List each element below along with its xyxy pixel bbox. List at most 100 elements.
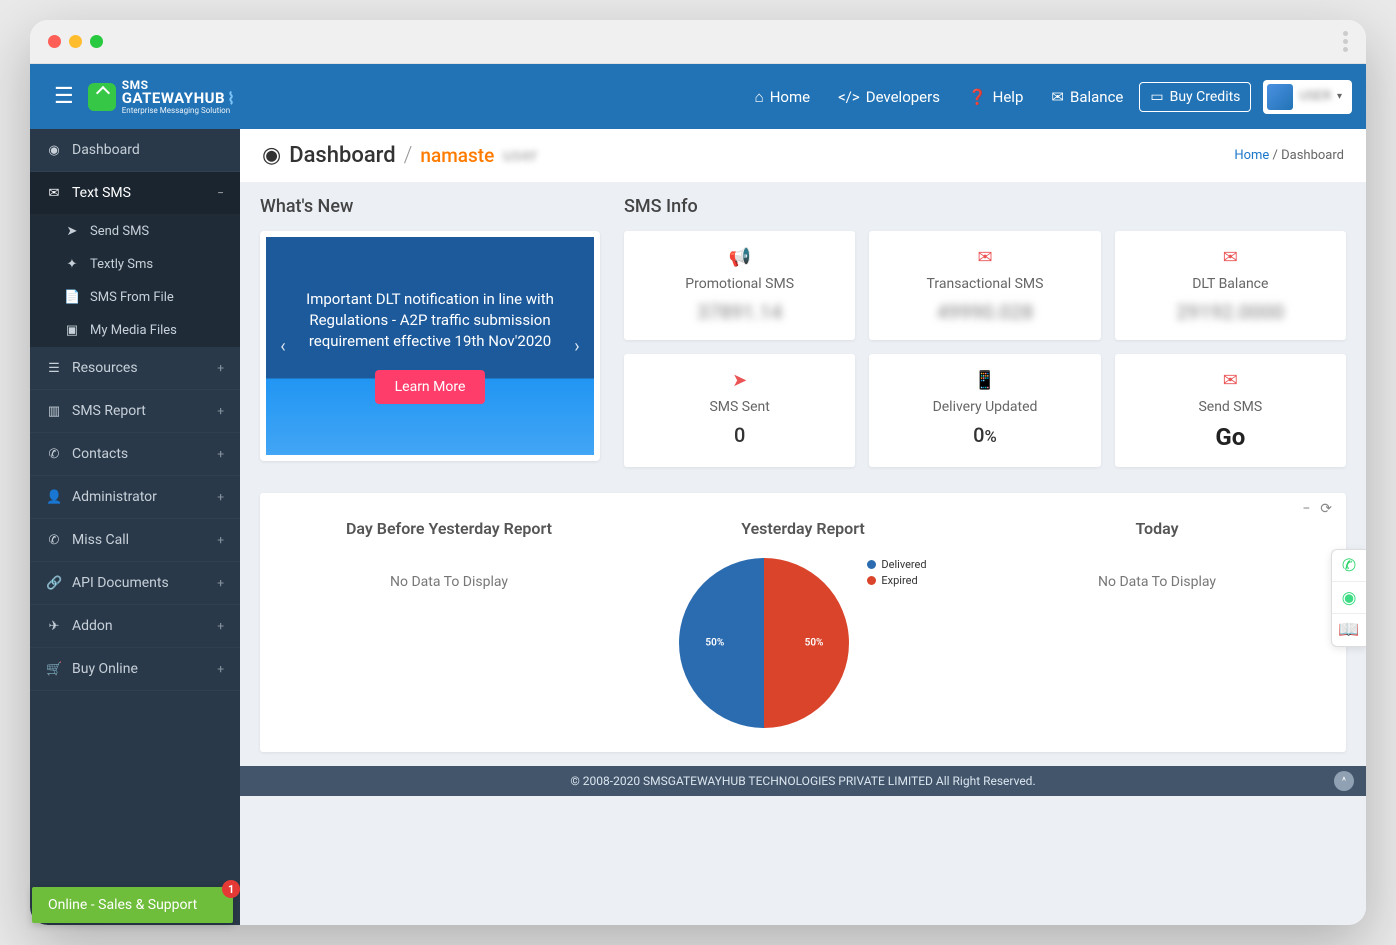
content: What's New ‹ › Important DLT notificatio… bbox=[240, 182, 1366, 766]
pie-label-expired: 50% bbox=[705, 638, 724, 649]
list-icon: ☰ bbox=[46, 361, 62, 376]
card-dlt-balance[interactable]: ✉DLT Balance29192.0000 bbox=[1115, 231, 1346, 340]
card-delivery-updated[interactable]: 📱Delivery Updated0% bbox=[869, 354, 1100, 467]
scroll-top-button[interactable]: ^ bbox=[1334, 771, 1354, 791]
sidebar-item-dashboard[interactable]: ◉Dashboard bbox=[30, 129, 240, 172]
android-icon[interactable]: ◉ bbox=[1332, 582, 1366, 614]
sidebar-item-miss-call[interactable]: ✆Miss Call+ bbox=[30, 519, 240, 562]
nav-developers[interactable]: </>Developers bbox=[826, 80, 952, 114]
chevron-down-icon: ▾ bbox=[1337, 91, 1342, 102]
envelope-icon: ✉ bbox=[1223, 370, 1238, 391]
whats-new-heading: What's New bbox=[260, 196, 600, 217]
footer: © 2008-2020 SMSGATEWAYHUB TECHNOLOGIES P… bbox=[240, 766, 1366, 796]
file-icon: 📄 bbox=[64, 290, 80, 305]
send-icon: ➤ bbox=[64, 224, 80, 239]
sidebar-item-text-sms[interactable]: ✉Text SMS− bbox=[30, 172, 240, 215]
refresh-icon[interactable]: ⟳ bbox=[1320, 501, 1332, 517]
legend-swatch-expired bbox=[867, 576, 876, 585]
whatsapp-icon[interactable]: ✆ bbox=[1332, 550, 1366, 582]
sidebar: ◉Dashboard ✉Text SMS− ➤Send SMS ✦Textly … bbox=[30, 129, 240, 925]
sidebar-item-administrator[interactable]: 👤Administrator+ bbox=[30, 476, 240, 519]
greeting-user: user bbox=[502, 145, 537, 166]
sidebar-item-contacts[interactable]: ✆Contacts+ bbox=[30, 433, 240, 476]
sidebar-item-sms-report[interactable]: ▥SMS Report+ bbox=[30, 390, 240, 433]
expand-icon: + bbox=[217, 447, 224, 461]
card-transactional-sms[interactable]: ✉Transactional SMS49990.028 bbox=[869, 231, 1100, 340]
sidebar-item-resources[interactable]: ☰Resources+ bbox=[30, 347, 240, 390]
menu-toggle-icon[interactable]: ☰ bbox=[44, 78, 84, 115]
maximize-window-icon[interactable] bbox=[90, 35, 103, 48]
pie-label-delivered: 50% bbox=[805, 638, 824, 649]
expand-icon: + bbox=[217, 619, 224, 633]
sidebar-sub-media[interactable]: ▣My Media Files bbox=[30, 314, 240, 347]
main-body: ◉Dashboard ✉Text SMS− ➤Send SMS ✦Textly … bbox=[30, 129, 1366, 925]
nav-help[interactable]: ❓Help bbox=[956, 80, 1035, 114]
minimize-icon[interactable]: − bbox=[1302, 501, 1310, 517]
greeting: namaste bbox=[420, 144, 494, 167]
envelope-icon: ✉ bbox=[1223, 247, 1238, 268]
dashboard-icon: ◉ bbox=[262, 143, 281, 168]
close-window-icon[interactable] bbox=[48, 35, 61, 48]
card-icon: ▭ bbox=[1150, 89, 1163, 105]
expand-icon: + bbox=[217, 576, 224, 590]
learn-more-button[interactable]: Learn More bbox=[375, 370, 486, 404]
sidebar-sub-textly[interactable]: ✦Textly Sms bbox=[30, 248, 240, 281]
legend-swatch-delivered bbox=[867, 560, 876, 569]
nav-home[interactable]: ⌂Home bbox=[743, 80, 822, 114]
link-icon: 🔗 bbox=[46, 576, 62, 591]
carousel-next-icon[interactable]: › bbox=[564, 333, 590, 359]
card-send-sms[interactable]: ✉Send SMSGo bbox=[1115, 354, 1346, 467]
rocket-icon: ✈ bbox=[46, 619, 62, 634]
report-day-before: Day Before Yesterday Report No Data To D… bbox=[282, 519, 616, 728]
panel-tools: − ⟳ bbox=[1302, 501, 1332, 517]
user-menu[interactable]: USER ▾ bbox=[1263, 80, 1352, 114]
top-nav: ☰ SMS GATEWAYHUB⌇ Enterprise Messaging S… bbox=[30, 64, 1366, 129]
whats-new-carousel: ‹ › Important DLT notification in line w… bbox=[260, 231, 600, 461]
sms-info-heading: SMS Info bbox=[624, 196, 1346, 217]
envelope-icon: ✉ bbox=[977, 247, 992, 268]
card-sms-sent[interactable]: ➤SMS Sent0 bbox=[624, 354, 855, 467]
sidebar-item-addon[interactable]: ✈Addon+ bbox=[30, 605, 240, 648]
expand-icon: + bbox=[217, 490, 224, 504]
bullhorn-icon: 📢 bbox=[728, 247, 750, 268]
chart-icon: ▥ bbox=[46, 404, 62, 419]
share-icon: ✦ bbox=[64, 257, 80, 272]
carousel-prev-icon[interactable]: ‹ bbox=[270, 333, 296, 359]
send-icon: ➤ bbox=[732, 370, 747, 391]
carousel-text: Important DLT notification in line with … bbox=[302, 289, 558, 352]
book-icon[interactable]: 📖 bbox=[1332, 614, 1366, 646]
avatar-icon bbox=[1267, 84, 1293, 110]
chat-support-button[interactable]: Online - Sales & Support 1 bbox=[32, 887, 233, 923]
phone-icon: ✆ bbox=[46, 447, 62, 462]
buy-credits-button[interactable]: ▭Buy Credits bbox=[1139, 82, 1251, 112]
breadcrumb-home[interactable]: Home bbox=[1234, 148, 1269, 163]
expand-icon: + bbox=[217, 533, 224, 547]
breadcrumb: Home / Dashboard bbox=[1234, 148, 1344, 163]
pie-legend: Delivered Expired bbox=[867, 558, 926, 590]
page-header: ◉ Dashboard / namaste user Home / Dashbo… bbox=[240, 129, 1366, 182]
logo[interactable]: SMS GATEWAYHUB⌇ Enterprise Messaging Sol… bbox=[88, 79, 236, 115]
report-today: Today No Data To Display bbox=[990, 519, 1324, 728]
sidebar-sub-from-file[interactable]: 📄SMS From File bbox=[30, 281, 240, 314]
dashboard-icon: ◉ bbox=[46, 143, 62, 158]
nav-balance[interactable]: ✉Balance bbox=[1039, 80, 1135, 114]
more-icon[interactable] bbox=[1343, 31, 1348, 52]
reports-panel: − ⟳ Day Before Yesterday Report No Data … bbox=[260, 493, 1346, 752]
minimize-window-icon[interactable] bbox=[69, 35, 82, 48]
media-icon: ▣ bbox=[64, 323, 80, 338]
user-icon: 👤 bbox=[46, 490, 62, 505]
mobile-icon: 📱 bbox=[974, 370, 996, 391]
sidebar-sub-send-sms[interactable]: ➤Send SMS bbox=[30, 215, 240, 248]
code-icon: </> bbox=[838, 88, 860, 106]
card-promotional-sms[interactable]: 📢Promotional SMS37891.14 bbox=[624, 231, 855, 340]
sidebar-submenu-text-sms: ➤Send SMS ✦Textly Sms 📄SMS From File ▣My… bbox=[30, 215, 240, 347]
envelope-icon: ✉ bbox=[46, 186, 62, 201]
sidebar-item-api-docs[interactable]: 🔗API Documents+ bbox=[30, 562, 240, 605]
traffic-lights bbox=[48, 35, 103, 48]
phone-icon: ✆ bbox=[46, 533, 62, 548]
user-name: USER bbox=[1299, 89, 1331, 104]
browser-window: ☰ SMS GATEWAYHUB⌇ Enterprise Messaging S… bbox=[30, 20, 1366, 925]
top-nav-right: ⌂Home </>Developers ❓Help ✉Balance ▭Buy … bbox=[743, 80, 1352, 114]
sidebar-item-buy-online[interactable]: 🛒Buy Online+ bbox=[30, 648, 240, 691]
main-content: ◉ Dashboard / namaste user Home / Dashbo… bbox=[240, 129, 1366, 925]
